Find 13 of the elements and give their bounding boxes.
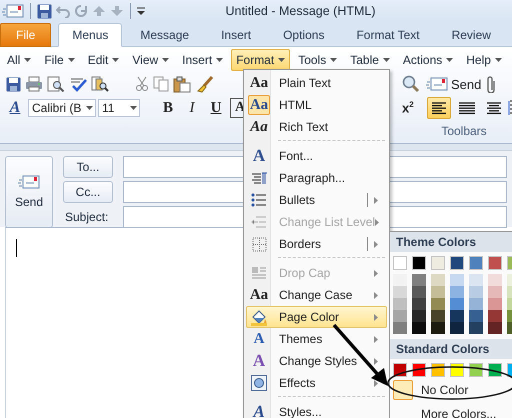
subject-label: Subject: bbox=[64, 210, 110, 224]
group-label: Toolbars bbox=[440, 124, 488, 138]
format-icon: Aa bbox=[249, 118, 269, 136]
format-icon: Aa bbox=[249, 74, 269, 92]
format-icon: Aa bbox=[249, 96, 269, 114]
section-header: Theme Colors bbox=[390, 232, 512, 252]
format-icon: A bbox=[250, 352, 268, 370]
format-icon: A bbox=[250, 403, 268, 418]
format-icon: A bbox=[250, 330, 268, 348]
section-header: Standard Colors bbox=[390, 339, 512, 359]
format-icon: Aa bbox=[249, 286, 269, 304]
window-title: Untitled - Message (HTML) bbox=[224, 4, 377, 18]
format-icon: A bbox=[250, 147, 268, 165]
